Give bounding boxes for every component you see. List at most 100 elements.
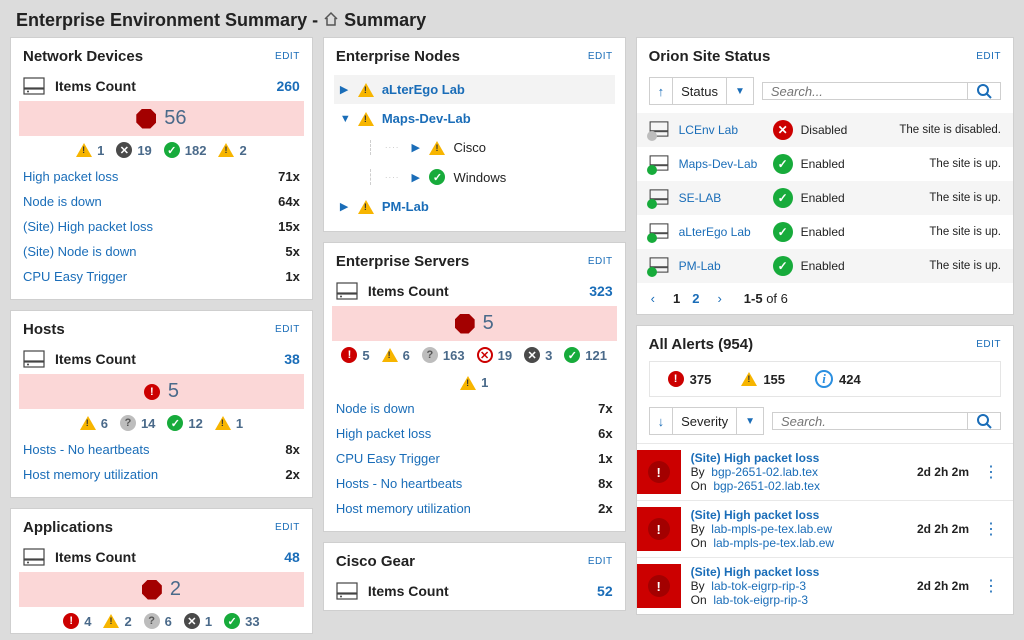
edit-link[interactable]: EDIT: [275, 522, 300, 533]
status-count[interactable]: ! 5: [341, 347, 369, 363]
pager-prev-icon[interactable]: ‹: [651, 291, 655, 306]
alert-link[interactable]: Host memory utilization: [336, 501, 598, 516]
expand-icon[interactable]: ▶: [340, 200, 350, 213]
site-row: SE-LAB✓EnabledThe site is up.: [637, 181, 1013, 215]
status-count[interactable]: ✕ 19: [477, 347, 512, 363]
alert-link[interactable]: Node is down: [336, 401, 598, 416]
alert-link[interactable]: High packet loss: [23, 169, 278, 184]
pager-page[interactable]: 1: [673, 291, 680, 306]
pager-next-icon[interactable]: ›: [717, 291, 721, 306]
status-count[interactable]: 1: [76, 142, 104, 158]
warning-icon: [358, 83, 374, 97]
items-count-value[interactable]: 260: [276, 78, 299, 94]
kebab-menu-icon[interactable]: ⋮: [979, 462, 1003, 482]
alert-title-link[interactable]: (Site) High packet loss: [691, 451, 907, 465]
site-link[interactable]: PM-Lab: [679, 259, 765, 273]
kebab-menu-icon[interactable]: ⋮: [979, 576, 1003, 596]
search-button[interactable]: [967, 82, 1001, 100]
pager-page[interactable]: 2: [692, 291, 699, 306]
status-count[interactable]: 6: [382, 347, 410, 363]
expand-icon[interactable]: ▶: [411, 171, 421, 184]
edit-link[interactable]: EDIT: [976, 51, 1001, 62]
status-count[interactable]: 1: [215, 415, 243, 431]
status-count[interactable]: ✕ 1: [184, 613, 212, 629]
warning-icon: [358, 112, 374, 126]
search-input[interactable]: [762, 82, 967, 100]
search-input[interactable]: [772, 412, 967, 430]
unreachable-icon: ✕: [116, 142, 132, 158]
site-link[interactable]: Maps-Dev-Lab: [679, 157, 765, 171]
unreachable-icon: ✕: [184, 613, 200, 629]
status-summary: ! 5 6 ? 163 ✕ 19 ✕ 3 ✓ 121 1: [324, 341, 625, 394]
status-count[interactable]: ✕ 19: [116, 142, 151, 158]
items-count-value[interactable]: 323: [589, 283, 612, 299]
alert-on-link[interactable]: bgp-2651-02.lab.tex: [713, 479, 820, 493]
alert-link[interactable]: Node is down: [23, 194, 278, 209]
expand-icon[interactable]: ▶: [411, 141, 421, 154]
edit-link[interactable]: EDIT: [275, 324, 300, 335]
alert-link[interactable]: (Site) Node is down: [23, 244, 285, 259]
tree-node[interactable]: ▼Maps-Dev-Lab: [334, 104, 615, 133]
sort-asc-icon: ↑: [658, 84, 665, 99]
alert-on-link[interactable]: lab-mpls-pe-tex.lab.ew: [713, 536, 834, 550]
items-count-value[interactable]: 52: [597, 583, 613, 599]
alert-link[interactable]: CPU Easy Trigger: [23, 269, 285, 284]
expand-icon[interactable]: ▶: [340, 83, 350, 96]
ok-icon: ✓: [224, 613, 240, 629]
edit-link[interactable]: EDIT: [588, 256, 613, 267]
site-row: LCEnv Lab✕DisabledThe site is disabled.: [637, 113, 1013, 147]
status-count[interactable]: ✓ 182: [164, 142, 207, 158]
site-link[interactable]: aLterEgo Lab: [679, 225, 765, 239]
status-count[interactable]: ✕ 3: [524, 347, 552, 363]
alert-on-link[interactable]: lab-tok-eigrp-rip-3: [713, 593, 808, 607]
alert-by-link[interactable]: lab-mpls-pe-tex.lab.ew: [711, 522, 832, 536]
alert-link[interactable]: Hosts - No heartbeats: [336, 476, 598, 491]
alert-link[interactable]: Host memory utilization: [23, 467, 285, 482]
alert-link[interactable]: High packet loss: [336, 426, 598, 441]
status-count[interactable]: 2: [103, 613, 131, 629]
status-count[interactable]: ✓ 121: [564, 347, 607, 363]
items-count-value[interactable]: 38: [284, 351, 300, 367]
alert-by-link[interactable]: bgp-2651-02.lab.tex: [711, 465, 818, 479]
status-count[interactable]: ? 14: [120, 415, 155, 431]
tree-child[interactable]: ····▶Cisco: [334, 133, 615, 162]
tree-node[interactable]: ▶ aLterEgo Lab: [334, 75, 615, 104]
status-count[interactable]: ? 6: [144, 613, 172, 629]
alert-title-link[interactable]: (Site) High packet loss: [691, 508, 907, 522]
warning-count: 155: [763, 372, 785, 387]
warning-icon: [218, 143, 234, 157]
site-link[interactable]: LCEnv Lab: [679, 123, 765, 137]
edit-link[interactable]: EDIT: [588, 556, 613, 567]
alert-list: Hosts - No heartbeats8xHost memory utili…: [11, 435, 312, 497]
sort-selector[interactable]: ↓ Severity ▼: [649, 407, 764, 435]
sort-selector[interactable]: ↑ Status ▼: [649, 77, 754, 105]
status-count[interactable]: 1: [460, 375, 488, 390]
pager-range: 1-5: [744, 291, 763, 306]
site-link[interactable]: SE-LAB: [679, 191, 765, 205]
alert-by-link[interactable]: lab-tok-eigrp-rip-3: [711, 579, 806, 593]
panel-all-alerts: All Alerts (954) EDIT ! 375 155 i 424 ↓ …: [636, 325, 1014, 615]
alert-link[interactable]: Hosts - No heartbeats: [23, 442, 285, 457]
status-count[interactable]: ✓ 33: [224, 613, 259, 629]
expand-icon[interactable]: ▼: [340, 113, 350, 125]
alert-title-link[interactable]: (Site) High packet loss: [691, 565, 907, 579]
status-count[interactable]: ✓ 12: [167, 415, 202, 431]
search-button[interactable]: [967, 412, 1001, 430]
status-count[interactable]: ! 4: [63, 613, 91, 629]
edit-link[interactable]: EDIT: [976, 339, 1001, 350]
tree-node-label: aLterEgo Lab: [382, 82, 609, 97]
items-count-value[interactable]: 48: [284, 549, 300, 565]
kebab-menu-icon[interactable]: ⋮: [979, 519, 1003, 539]
edit-link[interactable]: EDIT: [588, 51, 613, 62]
status-count[interactable]: 6: [80, 415, 108, 431]
tree-child[interactable]: ····▶✓Windows: [334, 162, 615, 192]
list-item: CPU Easy Trigger1x: [23, 264, 300, 289]
pager-of: of: [766, 291, 777, 306]
alert-link[interactable]: (Site) High packet loss: [23, 219, 278, 234]
edit-link[interactable]: EDIT: [275, 51, 300, 62]
alert-link[interactable]: CPU Easy Trigger: [336, 451, 598, 466]
status-count[interactable]: 2: [218, 142, 246, 158]
status-count[interactable]: ? 163: [422, 347, 465, 363]
tree-node[interactable]: ▶PM-Lab: [334, 192, 615, 221]
unreachable-icon: ✕: [524, 347, 540, 363]
